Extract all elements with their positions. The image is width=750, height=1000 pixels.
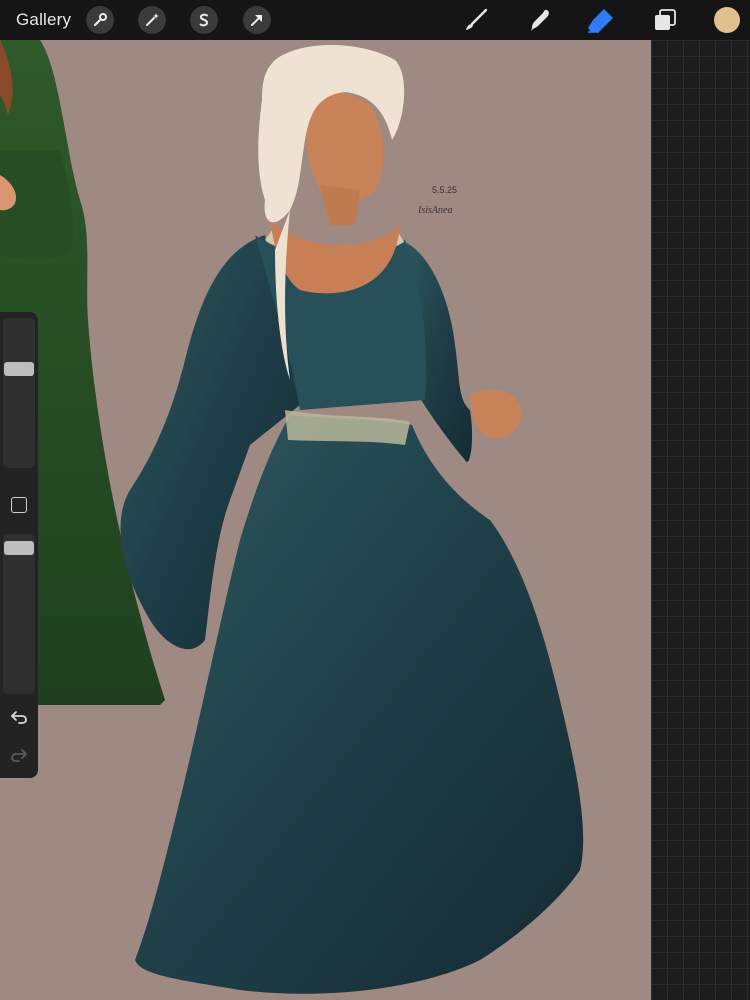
eraser-icon (588, 9, 613, 33)
transform-arrow-icon (251, 15, 262, 26)
signature-name: IsisAnea (417, 205, 452, 216)
modifier-button[interactable] (11, 497, 27, 513)
adjustments-button[interactable] (138, 6, 166, 34)
smudge-icon (531, 9, 549, 32)
undo-icon (11, 711, 27, 724)
artwork: 5.5.25 IsisAnea (0, 40, 651, 1000)
brush-size-knob[interactable] (4, 362, 34, 376)
brush-size-slider[interactable] (3, 318, 35, 468)
top-toolbar: Gallery (0, 0, 750, 40)
transform-button[interactable] (243, 6, 271, 34)
color-swatch-button[interactable] (714, 7, 740, 33)
layers-button[interactable] (650, 6, 680, 34)
actions-button[interactable] (86, 6, 114, 34)
opacity-slider[interactable] (3, 534, 35, 694)
magic-wand-icon (146, 13, 159, 26)
redo-button[interactable] (8, 746, 30, 764)
layer-panel-background (651, 40, 750, 1000)
undo-button[interactable] (8, 708, 30, 726)
opacity-knob[interactable] (4, 541, 34, 555)
smudge-button[interactable] (525, 6, 555, 34)
brush-button[interactable] (461, 6, 491, 34)
brush-sidebar (0, 312, 38, 778)
drawing-canvas[interactable]: 5.5.25 IsisAnea (0, 40, 651, 1000)
eraser-button[interactable] (586, 6, 616, 34)
selection-s-icon (199, 13, 209, 27)
signature-date: 5.5.25 (432, 185, 457, 195)
wrench-icon (93, 13, 107, 27)
redo-icon (11, 749, 27, 762)
brush-icon (466, 8, 488, 30)
selection-button[interactable] (190, 6, 218, 34)
layers-icon (655, 9, 676, 30)
gallery-button[interactable]: Gallery (16, 10, 71, 30)
